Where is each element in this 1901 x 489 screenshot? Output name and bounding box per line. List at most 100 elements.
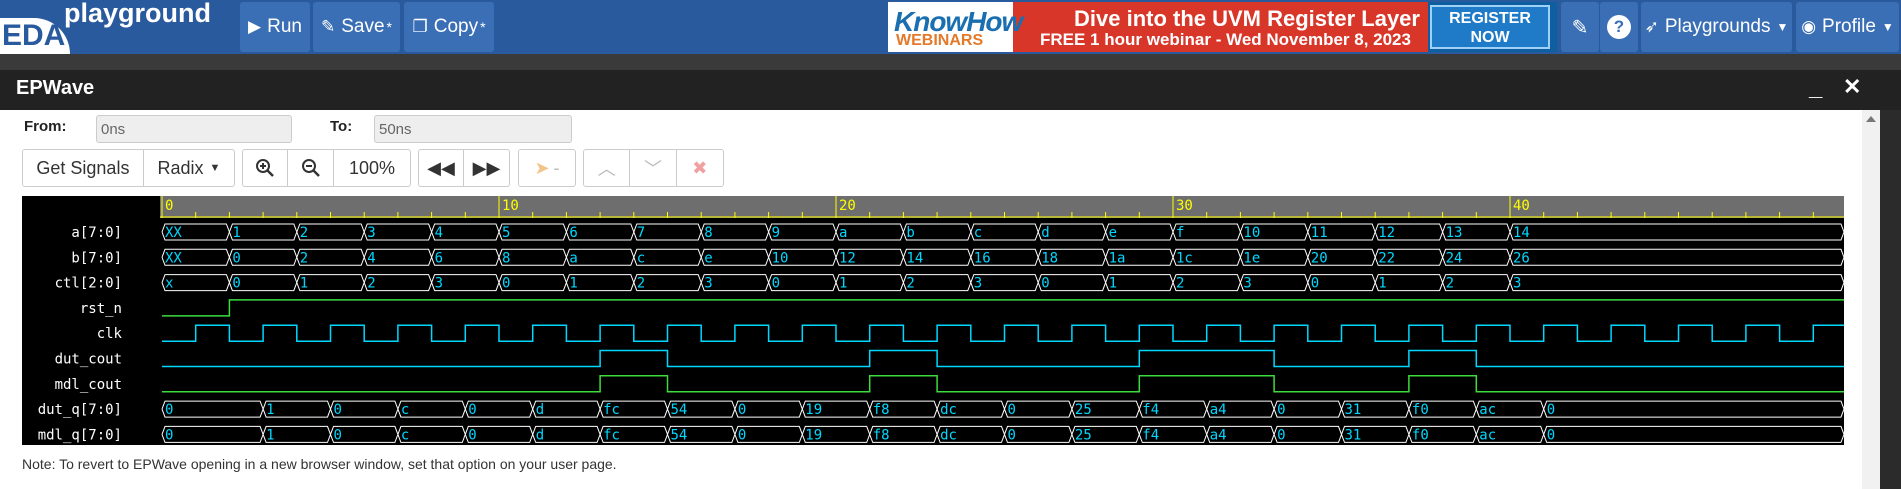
bus-value-label: a <box>839 225 847 241</box>
bus-value-label: 0 <box>165 427 173 443</box>
next-transition-button[interactable]: ▶▶ <box>464 150 509 186</box>
vertical-scrollbar[interactable] <box>1862 110 1880 489</box>
bus-segment <box>1509 248 1844 266</box>
radix-dropdown[interactable]: Radix ▼ <box>144 150 234 186</box>
zoom-out-icon <box>301 159 320 177</box>
ruler-tick-label: 10 <box>502 198 519 214</box>
run-button[interactable]: ▶ Run <box>240 2 310 52</box>
chevron-up-icon: ︿ <box>597 159 616 179</box>
bus-value-label: 0 <box>1547 402 1555 418</box>
bus-value-label: 0 <box>232 276 240 292</box>
bus-value-label: 14 <box>906 250 923 266</box>
from-label: From: <box>24 118 67 135</box>
bus-value-label: 0 <box>1277 402 1285 418</box>
bus-segment <box>1509 274 1844 292</box>
nav-transition-group: ◀◀ ▶▶ <box>418 149 510 187</box>
play-circle-icon: ▶ <box>248 17 262 36</box>
bus-value-label: 2 <box>367 276 375 292</box>
chevron-down-icon: ﹀ <box>644 159 663 179</box>
move-down-button[interactable]: ﹀ <box>630 150 677 186</box>
webinar-banner-ad[interactable]: KnowHow WEBINARS Dive into the UVM Regis… <box>888 2 1557 52</box>
bus-value-label: 4 <box>367 250 375 266</box>
bus-value-label: 2 <box>1176 276 1184 292</box>
epwave-titlebar[interactable]: EPWave _ ✕ <box>0 70 1901 110</box>
bus-value-label: 13 <box>1446 225 1463 241</box>
bus-value-label: 1 <box>1109 276 1117 292</box>
bus-value-label: c <box>974 225 982 241</box>
bus-value-label: 22 <box>1378 250 1395 266</box>
window-title: EPWave <box>16 77 95 99</box>
bus-value-label: 1 <box>1378 276 1386 292</box>
bus-value-label: 0 <box>334 402 342 418</box>
bus-value-label: 20 <box>1311 250 1328 266</box>
zoom-out-button[interactable] <box>288 150 334 186</box>
bus-value-label: 24 <box>1446 250 1463 266</box>
zoom-level-button[interactable]: 100% <box>334 150 410 186</box>
bus-value-label: 0 <box>738 427 746 443</box>
bus-value-label: x <box>165 276 173 292</box>
bus-value-label: 8 <box>502 250 510 266</box>
bus-value-label: f <box>1176 225 1184 241</box>
save-unsaved-mark: * <box>386 19 392 35</box>
bus-value-label: 3 <box>367 225 375 241</box>
bus-value-label: 18 <box>1041 250 1058 266</box>
bit-waveform <box>162 375 1844 393</box>
bus-value-label: 2 <box>637 276 645 292</box>
edaplayground-logo[interactable]: EDA playground <box>0 0 230 54</box>
bus-value-label: 3 <box>1513 276 1521 292</box>
signal-name: dut_q[7:0] <box>38 402 122 418</box>
move-up-button[interactable]: ︿ <box>584 150 631 186</box>
bus-value-label: 0 <box>1311 276 1319 292</box>
signal-name: b[7:0] <box>71 250 122 266</box>
minimize-button[interactable]: _ <box>1809 74 1822 102</box>
bus-value-label: 1 <box>569 276 577 292</box>
bus-value-label: c <box>401 427 409 443</box>
zoom-in-button[interactable] <box>243 150 289 186</box>
remove-signal-button[interactable]: ✖ <box>677 150 723 186</box>
waveform-viewer[interactable]: 0 10 20 30 40a[7:0] XX 1 2 3 4 5 6 7 8 9 a b c d e f 10 11 12 13… <box>22 196 1844 445</box>
cursor-button[interactable]: ➤ - <box>519 150 575 186</box>
bus-value-label: 3 <box>974 276 982 292</box>
from-input[interactable] <box>96 115 292 143</box>
bus-value-label: 0 <box>738 402 746 418</box>
bus-value-label: 25 <box>1075 427 1092 443</box>
delete-x-icon: ✖ <box>692 157 708 178</box>
bus-value-label: a4 <box>1210 402 1227 418</box>
bus-value-label: 0 <box>1008 402 1016 418</box>
bus-value-label: 25 <box>1075 402 1092 418</box>
help-button[interactable]: ? <box>1600 2 1638 52</box>
bus-value-label: 0 <box>502 276 510 292</box>
bus-value-label: e <box>1109 225 1117 241</box>
save-button[interactable]: ✎ Save * <box>313 2 400 52</box>
bus-value-label: 3 <box>435 276 443 292</box>
signal-name: mdl_q[7:0] <box>38 427 122 443</box>
rocket-icon: ➶ <box>1644 17 1659 36</box>
bit-waveform <box>162 349 1844 368</box>
profile-label: Profile <box>1822 16 1876 37</box>
edit-profile-button[interactable]: ✎ <box>1561 2 1599 52</box>
register-line-1: REGISTER <box>1449 10 1531 27</box>
playgrounds-menu-button[interactable]: ➶ Playgrounds ▼ <box>1641 2 1792 52</box>
bus-value-label: f8 <box>873 427 890 443</box>
bus-value-label: 2 <box>906 276 914 292</box>
bus-value-label: f8 <box>873 402 890 418</box>
bus-value-label: c <box>637 250 645 266</box>
close-button[interactable]: ✕ <box>1843 74 1861 100</box>
prev-transition-button[interactable]: ◀◀ <box>419 150 465 186</box>
bus-value-label: 1 <box>300 276 308 292</box>
bus-value-label: 2 <box>300 225 308 241</box>
banner-register-button[interactable]: REGISTER NOW <box>1430 5 1550 49</box>
bus-value-label: 12 <box>1378 225 1395 241</box>
get-signals-button[interactable]: Get Signals <box>23 150 144 186</box>
to-input[interactable] <box>374 115 572 143</box>
profile-menu-button[interactable]: ◉ Profile ▼ <box>1796 2 1899 52</box>
scroll-up-arrow-icon[interactable] <box>1866 116 1876 122</box>
zoom-group: 100% <box>242 149 411 187</box>
user-circle-icon: ◉ <box>1801 17 1817 36</box>
bus-value-label: f4 <box>1142 402 1159 418</box>
bus-value-label: a <box>569 250 577 266</box>
bus-value-label: 0 <box>468 402 476 418</box>
copy-button[interactable]: ❐ Copy * <box>404 2 494 52</box>
signals-radix-group: Get Signals Radix ▼ <box>22 149 235 187</box>
bus-segment <box>1543 425 1844 443</box>
